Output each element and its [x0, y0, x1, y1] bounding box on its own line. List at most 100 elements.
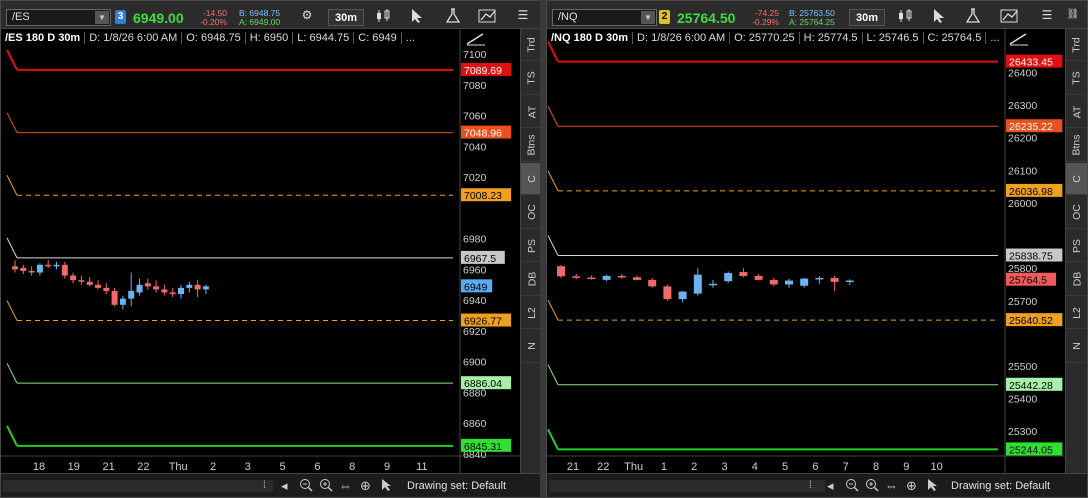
flask-icon[interactable] — [961, 5, 985, 25]
horizontal-scrollbar[interactable] — [3, 480, 273, 492]
candle[interactable] — [178, 284, 184, 299]
drawing-set-label[interactable]: Drawing set: Default — [951, 480, 1050, 492]
candle[interactable] — [724, 271, 733, 283]
timeframe-button[interactable]: 30m — [849, 9, 886, 26]
side-tab-btns[interactable]: Btns — [521, 130, 540, 162]
price-level[interactable]: 6926.77 — [6, 300, 512, 328]
side-tab-n[interactable]: N — [521, 331, 540, 363]
side-tab-ts[interactable]: TS — [521, 63, 540, 95]
price-level[interactable]: 26235.22 — [547, 106, 1063, 133]
side-tab-c[interactable]: C — [521, 163, 540, 195]
menu-icon[interactable]: ☰ — [513, 5, 533, 25]
candle[interactable] — [186, 281, 193, 293]
candle[interactable] — [648, 277, 657, 288]
side-tab-db[interactable]: DB — [521, 264, 540, 296]
price-level[interactable]: 25442.28 — [547, 364, 1063, 392]
side-tab-ps[interactable]: PS — [521, 230, 540, 262]
menu-icon[interactable]: ☰ — [1037, 5, 1057, 25]
candle[interactable] — [202, 284, 209, 295]
price-level[interactable]: 6845.31 — [6, 425, 512, 453]
candle[interactable] — [70, 272, 77, 284]
candle[interactable] — [602, 274, 611, 282]
candle[interactable] — [815, 275, 824, 284]
scroll-right-icon[interactable]: ◂ — [281, 478, 288, 494]
candle[interactable] — [153, 280, 160, 293]
zoom-out-icon[interactable] — [845, 478, 859, 495]
side-tab-l2[interactable]: L2 — [1066, 297, 1087, 329]
scroll-handle-icon[interactable]: ⁞ — [809, 480, 812, 491]
pointer-icon[interactable] — [381, 478, 393, 495]
price-level[interactable]: 6967.5 — [6, 237, 505, 265]
price-level[interactable]: 25640.52 — [547, 299, 1063, 327]
candlestick-icon[interactable] — [893, 5, 919, 25]
candle[interactable] — [557, 264, 565, 278]
symbol-input[interactable]: /NQ ▼ — [552, 9, 657, 26]
price-chart[interactable]: 7100 7080 7060 7040 7020 6980 6960 6940 6920 6900… — [1, 29, 520, 475]
candle[interactable] — [36, 263, 43, 276]
scroll-handle-icon[interactable]: ⁞ — [263, 480, 266, 491]
candle[interactable] — [119, 295, 126, 310]
candlestick-icon[interactable] — [371, 5, 397, 25]
candle[interactable] — [693, 268, 702, 296]
candle[interactable] — [78, 275, 85, 285]
side-tab-at[interactable]: AT — [1066, 96, 1087, 128]
side-tab-db[interactable]: DB — [1066, 264, 1087, 296]
candle[interactable] — [161, 284, 168, 296]
price-level[interactable]: 6886.04 — [6, 362, 512, 390]
fit-width-icon[interactable]: ⇔ — [885, 478, 898, 493]
candle[interactable] — [754, 274, 763, 281]
candle[interactable] — [28, 266, 35, 276]
symbol-input[interactable]: /ES ▼ — [6, 9, 111, 26]
candle[interactable] — [769, 277, 778, 287]
price-level[interactable]: 25838.75 — [547, 235, 1063, 263]
side-tab-at[interactable]: AT — [521, 96, 540, 128]
candle[interactable] — [785, 278, 793, 288]
side-tab-oc[interactable]: OC — [1066, 197, 1087, 229]
chevron-down-icon[interactable]: ▼ — [641, 11, 655, 24]
price-level[interactable]: 7089.69 — [6, 49, 512, 77]
horizontal-scrollbar[interactable] — [549, 480, 825, 492]
side-tab-ps[interactable]: PS — [1066, 230, 1087, 262]
candle[interactable] — [194, 280, 201, 298]
crosshair-icon[interactable]: ⊕ — [360, 478, 371, 494]
drawing-set-label[interactable]: Drawing set: Default — [407, 480, 506, 492]
link-chain-icon[interactable]: ⛓ — [1063, 5, 1083, 25]
candle[interactable] — [800, 277, 809, 288]
gear-icon[interactable]: ⚙ — [297, 5, 317, 25]
side-tab-btns[interactable]: Btns — [1066, 130, 1087, 162]
side-tab-trd[interactable]: Trd — [1066, 29, 1087, 61]
candle[interactable] — [12, 260, 18, 273]
candle[interactable] — [678, 290, 687, 303]
side-tab-trd[interactable]: Trd — [521, 29, 540, 61]
candle[interactable] — [845, 279, 854, 286]
price-chart[interactable]: 2640026300262002610026000258002570025500… — [547, 29, 1065, 475]
candle[interactable] — [709, 279, 717, 288]
price-level[interactable]: 25244.05 — [547, 428, 1063, 456]
candle[interactable] — [633, 275, 641, 281]
side-tab-c[interactable]: C — [1066, 163, 1087, 195]
candle[interactable] — [169, 287, 176, 298]
price-level[interactable]: 26433.45 — [547, 41, 1063, 69]
candle[interactable] — [20, 264, 27, 275]
side-tab-l2[interactable]: L2 — [521, 297, 540, 329]
link-badge[interactable]: 2 — [659, 10, 670, 24]
price-level[interactable]: 7048.96 — [6, 112, 512, 140]
side-tab-oc[interactable]: OC — [521, 197, 540, 229]
flask-icon[interactable] — [441, 5, 465, 25]
candle[interactable] — [61, 261, 68, 279]
cursor-icon[interactable] — [405, 5, 429, 25]
candle[interactable] — [103, 283, 110, 295]
candle[interactable] — [830, 275, 839, 291]
timeframe-button[interactable]: 30m — [328, 9, 365, 26]
candle[interactable] — [136, 278, 143, 296]
price-level[interactable]: 7008.23 — [6, 175, 512, 202]
zoom-in-icon[interactable] — [865, 478, 879, 495]
fit-width-icon[interactable]: ⇔ — [339, 478, 352, 493]
candle[interactable] — [95, 280, 101, 290]
cursor-icon[interactable] — [927, 5, 951, 25]
crosshair-icon[interactable]: ⊕ — [906, 478, 917, 494]
price-level[interactable]: 26036.98 — [547, 170, 1063, 198]
zoom-out-icon[interactable] — [299, 478, 313, 495]
link-badge[interactable]: 3 — [115, 10, 126, 24]
candle[interactable] — [111, 287, 118, 307]
